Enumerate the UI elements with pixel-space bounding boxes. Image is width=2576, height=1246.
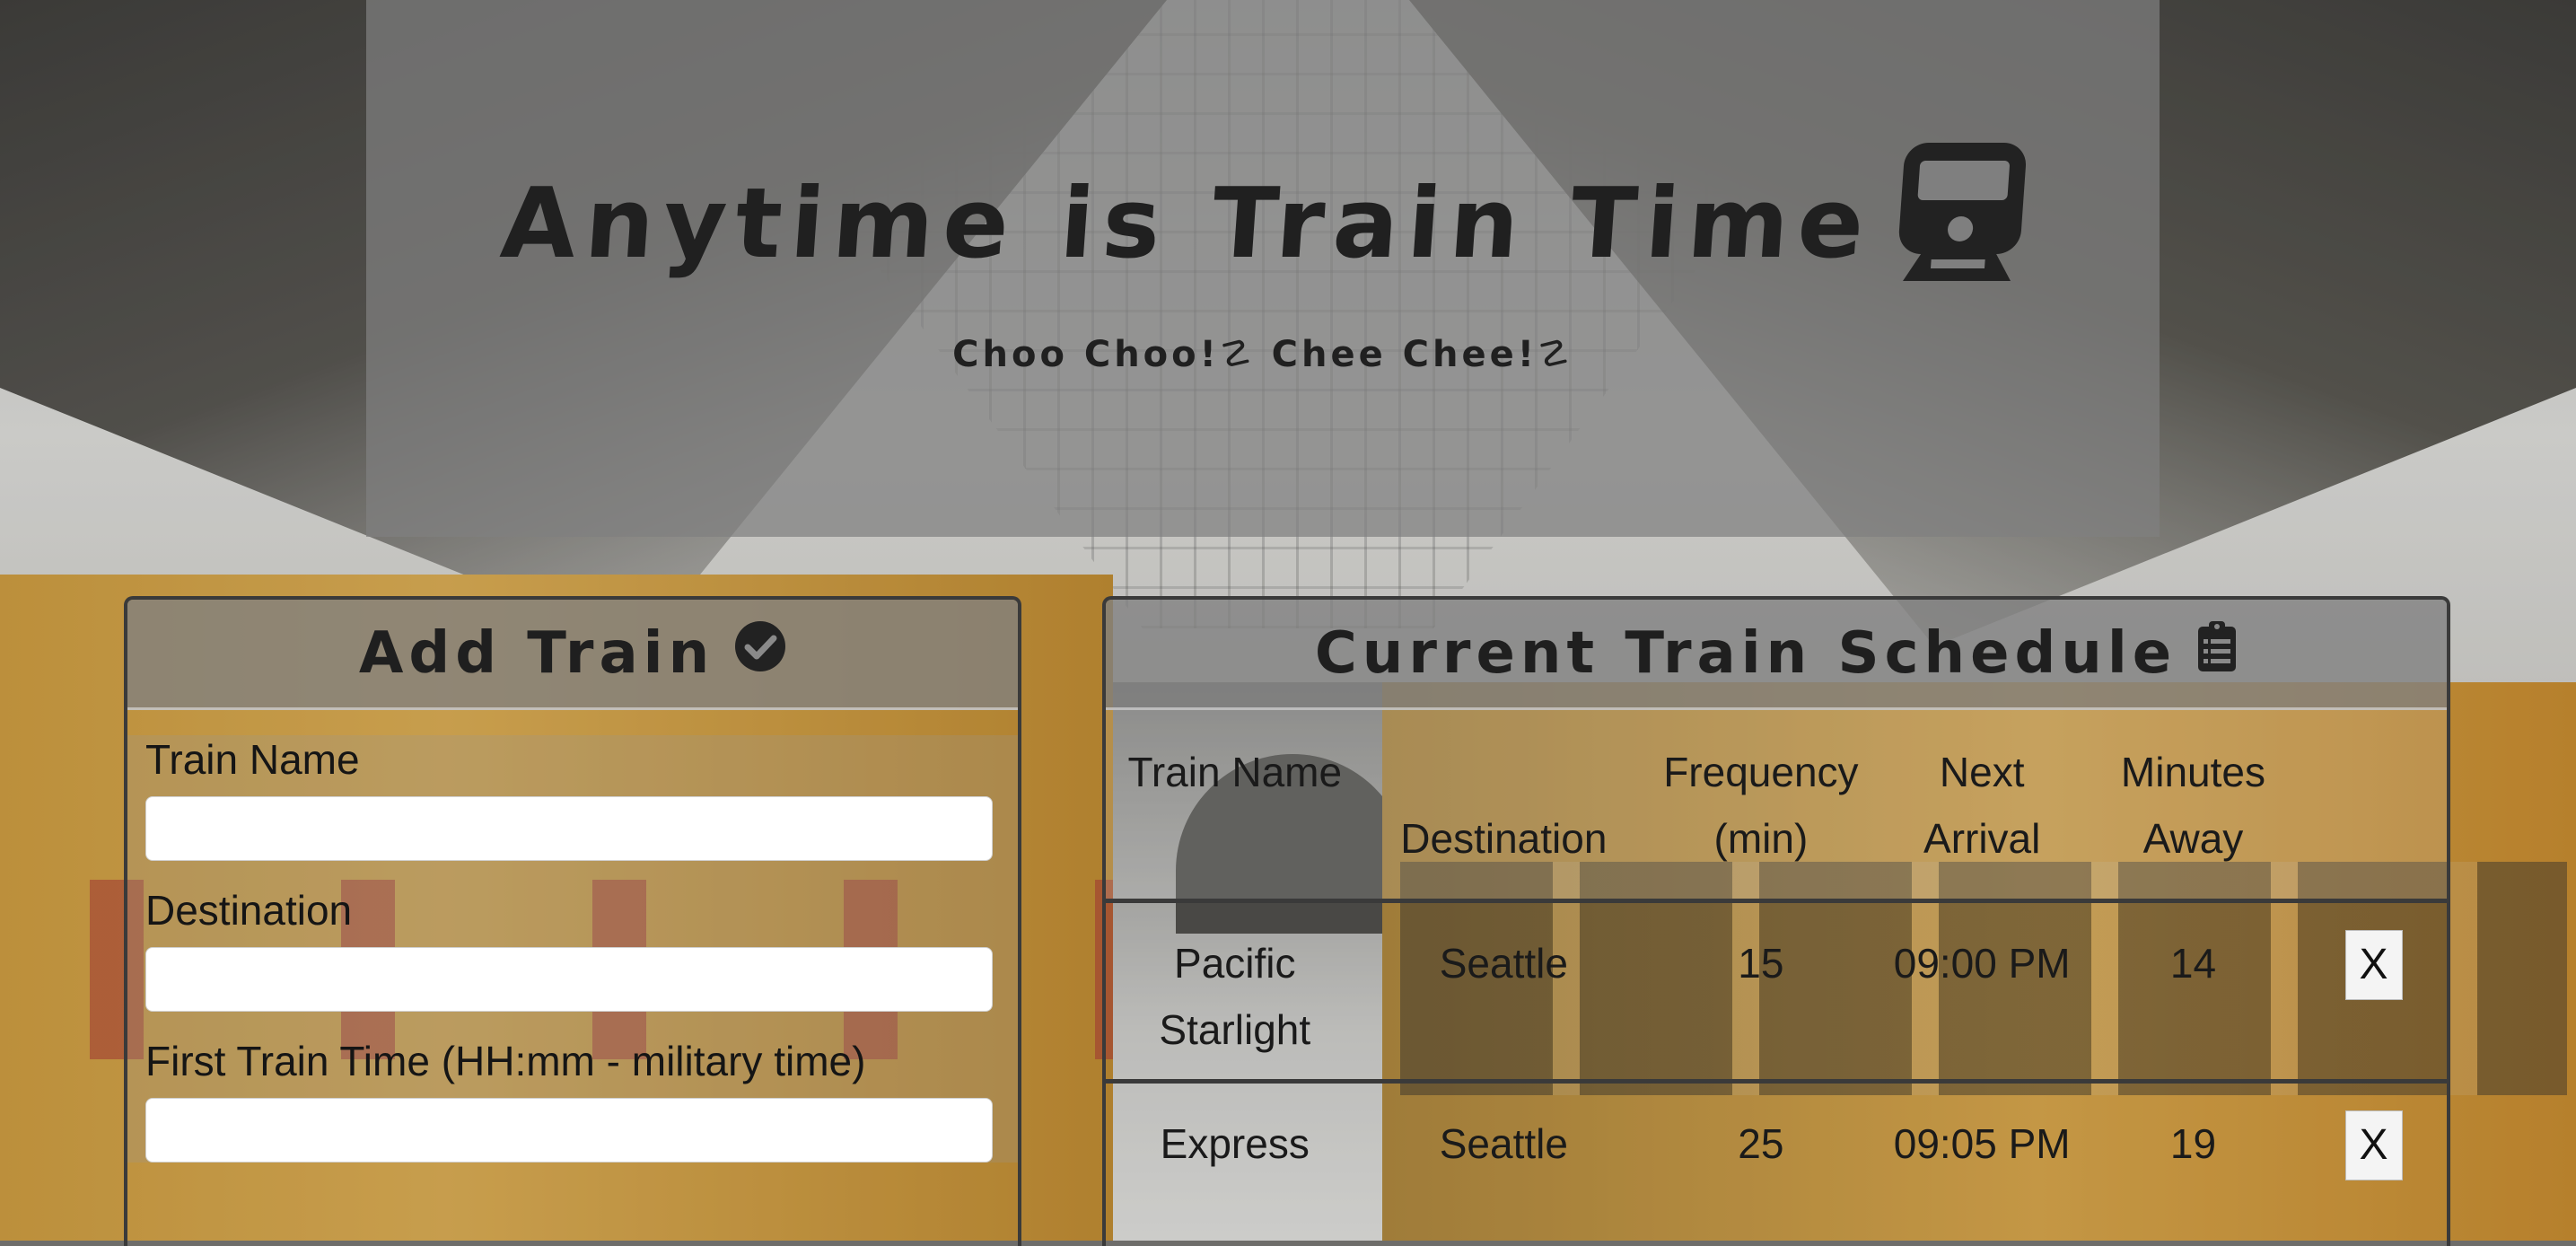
cell-frequency: 25: [1643, 1079, 1879, 1197]
destination-label: Destination: [145, 887, 353, 934]
column-header-delete: [2300, 710, 2447, 901]
destination-group: Destination: [127, 886, 1018, 1012]
cell-delete: X: [2300, 1079, 2447, 1197]
train-icon: [1891, 141, 2030, 286]
add-train-form: Train Name Destination First Train Time …: [127, 735, 1018, 1163]
cell-frequency: 15: [1643, 899, 1879, 1082]
cell-next-arrival: 09:00 PM: [1878, 899, 2086, 1082]
first-train-time-label: First Train Time (HH:mm - military time): [145, 1038, 866, 1084]
table-row: Express Seattle 25 09:05 PM 19 X: [1106, 1079, 2447, 1197]
cell-minutes-away: 14: [2085, 899, 2301, 1082]
schedule-table: Train Name Destination Frequency (min) N…: [1106, 710, 2447, 1197]
cell-destination: Seattle: [1363, 899, 1644, 1082]
column-header-frequency: Frequency (min): [1663, 749, 1859, 862]
cell-destination: Seattle: [1363, 1079, 1644, 1197]
clipboard-list-icon: [2196, 619, 2238, 688]
destination-input[interactable]: [145, 947, 993, 1012]
header-banner: Anytime is Train Time Choo Choo!☡ Chee C…: [366, 0, 2160, 537]
delete-train-button[interactable]: X: [2344, 1110, 2403, 1180]
add-train-heading: Add Train: [127, 600, 1018, 710]
train-name-label: Train Name: [145, 736, 360, 783]
schedule-heading: Current Train Schedule: [1106, 600, 2447, 710]
schedule-header-row: Train Name Destination Frequency (min) N…: [1106, 710, 2447, 901]
cell-delete: X: [2300, 899, 2447, 1082]
cell-minutes-away: 19: [2085, 1079, 2301, 1197]
first-train-time-input[interactable]: [145, 1098, 993, 1163]
column-header-train-name: Train Name: [1127, 749, 1343, 795]
page-title-text: Anytime is Train Time: [497, 167, 1877, 280]
column-header-destination: Destination: [1400, 815, 1608, 862]
delete-train-button[interactable]: X: [2344, 930, 2403, 1000]
schedule-panel: Current Train Schedule Train Name Destin…: [1102, 596, 2450, 1246]
train-name-input[interactable]: [145, 796, 993, 861]
page-subtitle: Choo Choo!☡ Chee Chee!☡: [952, 334, 1573, 375]
table-row: Pacific Starlight Seattle 15 09:00 PM 14…: [1106, 899, 2447, 1082]
column-header-next-arrival: Next Arrival: [1923, 749, 2041, 862]
train-name-group: Train Name: [127, 735, 1018, 861]
check-circle-icon: [734, 620, 786, 687]
schedule-heading-text: Current Train Schedule: [1314, 620, 2177, 687]
cell-train-name: Express: [1106, 1079, 1364, 1197]
cell-train-name: Pacific Starlight: [1106, 899, 1364, 1082]
first-train-time-group: First Train Time (HH:mm - military time): [127, 1037, 1018, 1163]
add-train-heading-text: Add Train: [358, 620, 715, 687]
column-header-minutes-away: Minutes Away: [2120, 749, 2265, 862]
add-train-panel: Add Train Train Name Destination First T…: [124, 596, 1021, 1246]
page-title: Anytime is Train Time: [361, 143, 2164, 303]
cell-next-arrival: 09:05 PM: [1878, 1079, 2086, 1197]
